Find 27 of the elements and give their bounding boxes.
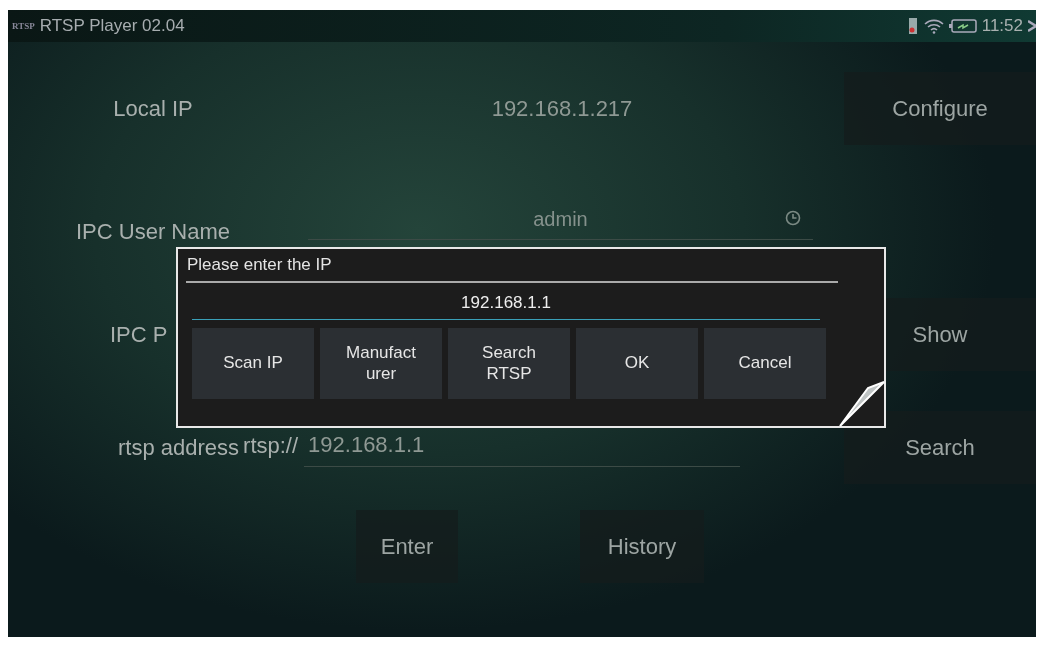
sd-card-icon [906,17,919,35]
ip-input-field[interactable]: 192.168.1.1 [192,293,820,320]
dialog-button[interactable]: Cancel [704,328,826,399]
field-label: IPC P [110,321,168,348]
field-label: rtsp address [118,434,240,461]
window-title: RTSP Player 02.04 [39,16,185,36]
dialog-button[interactable]: OK [576,328,698,399]
page-curl-drawing [838,380,886,428]
clock-icon[interactable] [785,209,801,226]
dialog-title: Please enter the IP [186,249,838,283]
user-name-field[interactable]: admin [308,203,813,240]
wifi-icon [923,18,944,34]
field-label: Local IP [112,95,194,122]
close-icon[interactable] [1028,18,1036,34]
app-logo: RTSP [12,21,35,31]
dialog-button[interactable]: Scan IP [192,328,314,399]
url-prefix: rtsp:// [243,433,299,460]
clock-time: 11:52 [981,16,1023,36]
history-button[interactable]: History [580,510,704,583]
local-ip-value: 192.168.1.217 [490,95,634,122]
search-button[interactable]: Search [844,411,1036,484]
battery-icon [948,18,977,34]
configure-button[interactable]: Configure [844,72,1036,145]
dialog-button[interactable]: Manufacturer [320,328,442,399]
field-label: IPC User Name [74,217,231,245]
dialog-button[interactable]: Search RTSP [448,328,570,399]
enter-button[interactable]: Enter [356,510,458,583]
